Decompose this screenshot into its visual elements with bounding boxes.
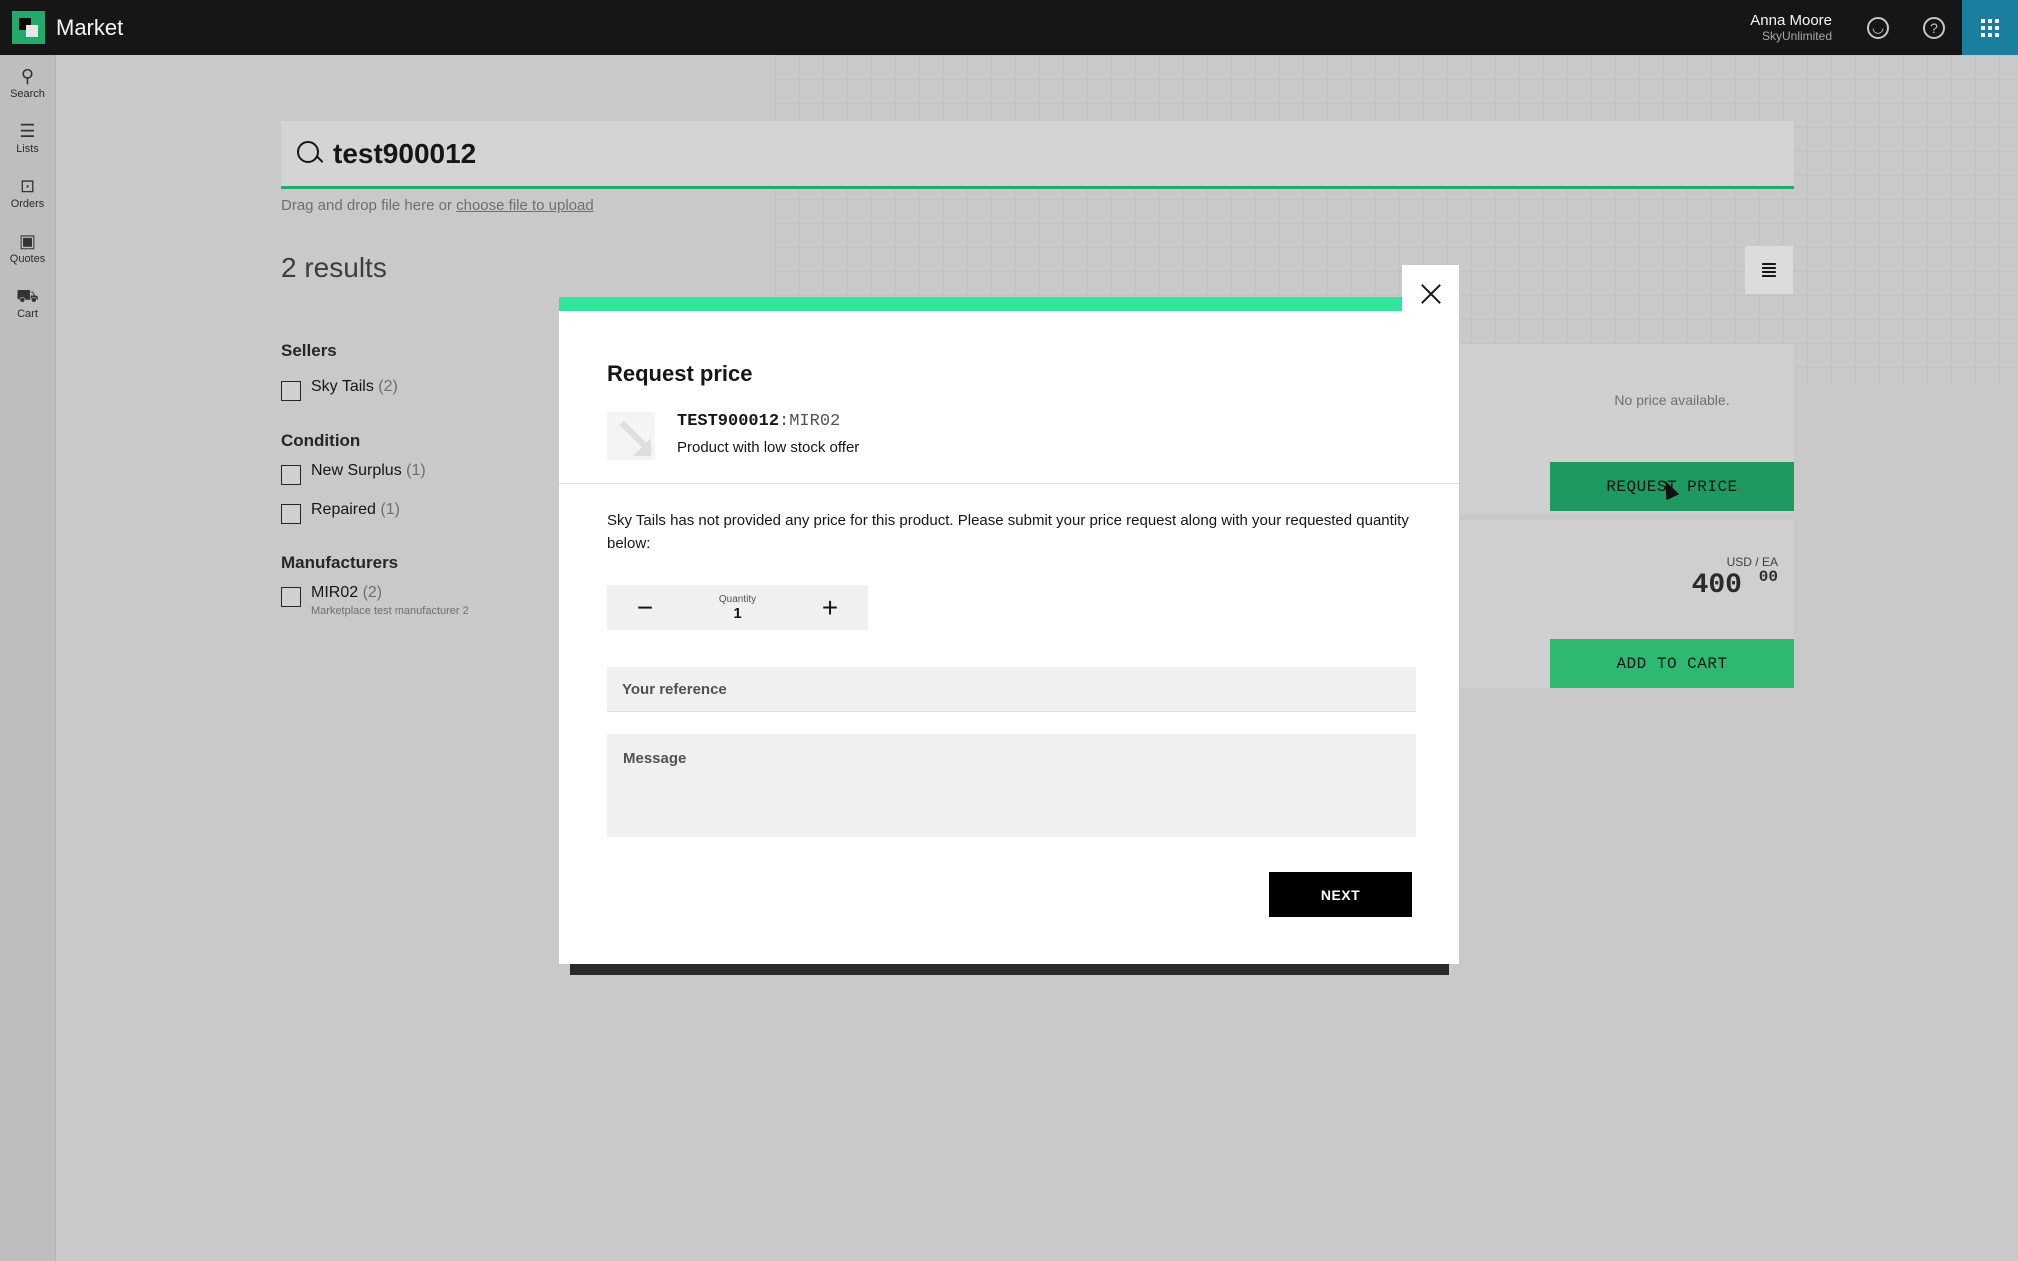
help-icon: ? <box>1923 16 1945 39</box>
quantity-label: Quantity <box>718 593 757 605</box>
request-price-modal: Request price TEST900012:MIR02 Product w… <box>559 265 1459 964</box>
help-button[interactable]: ? <box>1906 0 1962 55</box>
nav-item-quotes[interactable]: ▣ Quotes <box>0 220 55 275</box>
modal-title: Request price <box>607 361 753 386</box>
nav-item-search[interactable]: ⚲ Search <box>0 55 55 110</box>
user-avatar-icon: ◡ <box>1867 16 1889 39</box>
facet-label: New Surplus (1) <box>311 462 426 480</box>
list-icon: ☰ <box>19 120 36 141</box>
product-placeholder-icon <box>607 412 655 460</box>
nav-label: Quotes <box>9 252 46 265</box>
user-org: SkyUnlimited <box>1761 29 1832 43</box>
topbar-right: Anna Moore SkyUnlimited ◡ ? <box>1750 0 2018 55</box>
results-count: 2 results <box>281 252 387 283</box>
quantity-increment-button[interactable]: + <box>792 585 868 630</box>
product-name: Product with low stock offer <box>677 439 860 456</box>
facet-option-count: (1) <box>406 462 426 479</box>
nav-label: Search <box>10 87 45 100</box>
facet-title-condition: Condition <box>281 431 361 450</box>
facet-option-sky-tails[interactable]: Sky Tails (2) <box>281 378 398 401</box>
cart-icon: ⛟ <box>16 285 39 306</box>
choose-file-link[interactable]: choose file to upload <box>456 197 594 214</box>
price-unit: USD / EA <box>1726 555 1778 569</box>
facet-option-new-surplus[interactable]: New Surplus (1) <box>281 462 426 485</box>
modal-accent-bar <box>559 297 1402 311</box>
upload-hint: Drag and drop file here or choose file t… <box>281 197 594 214</box>
price-main: 400 <box>1691 570 1742 601</box>
nav-item-orders[interactable]: ⊡ Orders <box>0 165 55 220</box>
modal-divider <box>559 483 1459 484</box>
search-icon <box>297 140 323 167</box>
product-code: TEST900012:MIR02 <box>677 412 840 431</box>
facet-option-count: (2) <box>378 378 398 395</box>
checkbox[interactable] <box>281 504 301 524</box>
quantity-stepper: − Quantity 1 + <box>607 585 868 630</box>
no-price-text: No price available. <box>1614 392 1730 408</box>
facet-option-count: (1) <box>380 501 400 518</box>
upload-hint-text: Drag and drop file here or <box>281 197 452 214</box>
facet-option-label: New Surplus <box>311 462 402 479</box>
modal-info-text: Sky Tails has not provided any price for… <box>607 512 1409 552</box>
search-icon: ⚲ <box>20 65 35 86</box>
search-input[interactable]: test900012 <box>333 138 476 170</box>
checkbox[interactable] <box>281 587 301 607</box>
nav-item-cart[interactable]: ⛟ Cart <box>0 275 55 330</box>
top-bar: Market Anna Moore SkyUnlimited ◡ ? <box>0 0 2018 55</box>
nav-label: Lists <box>16 142 39 155</box>
facet-title-manufacturers: Manufacturers <box>281 553 399 572</box>
facet-option-label: Repaired <box>311 501 376 518</box>
modal-close-button[interactable] <box>1402 265 1459 323</box>
app-grid-icon <box>1981 18 1999 37</box>
facet-label: Repaired (1) <box>311 501 400 519</box>
facet-option-label: Sky Tails <box>311 378 374 395</box>
nav-item-lists[interactable]: ☰ Lists <box>0 110 55 165</box>
facet-option-repaired[interactable]: Repaired (1) <box>281 501 400 524</box>
quantity-field[interactable]: Quantity 1 <box>719 594 756 622</box>
search-bar[interactable]: test900012 <box>281 121 1794 189</box>
product-manufacturer: MIR02 <box>789 412 841 431</box>
app-title[interactable]: Market <box>56 15 123 41</box>
checkbox[interactable] <box>281 465 301 485</box>
nav-label: Orders <box>10 197 45 210</box>
facet-option-mir02[interactable]: MIR02 (2) Marketplace test manufacturer … <box>281 584 469 617</box>
product-part-number: TEST900012 <box>677 412 780 431</box>
left-nav: ⚲ Search ☰ Lists ⊡ Orders ▣ Quotes ⛟ Car… <box>0 55 56 1261</box>
product-separator: : <box>779 412 790 431</box>
facet-option-count: (2) <box>362 584 383 601</box>
quotes-icon: ▣ <box>18 230 36 251</box>
next-button[interactable]: NEXT <box>1269 872 1412 917</box>
user-name: Anna Moore <box>1750 12 1832 29</box>
facet-option-sublabel: Marketplace test manufacturer 2 <box>311 605 469 617</box>
quantity-decrement-button[interactable]: − <box>607 585 683 630</box>
facet-title-sellers: Sellers <box>281 341 337 360</box>
add-to-cart-button[interactable]: ADD TO CART <box>1550 639 1794 688</box>
your-reference-input[interactable] <box>607 667 1416 712</box>
orders-icon: ⊡ <box>19 175 36 196</box>
nav-label: Cart <box>17 307 38 320</box>
plus-icon: + <box>821 591 839 623</box>
app-switcher-button[interactable] <box>1962 0 2018 55</box>
add-to-list-button[interactable]: ≣ <box>1745 246 1793 294</box>
price-cents: 00 <box>1758 568 1778 586</box>
list-add-icon: ≣ <box>1759 257 1779 282</box>
message-textarea[interactable] <box>607 734 1416 837</box>
facet-label: Sky Tails (2) <box>311 378 398 396</box>
facet-option-label: MIR02 <box>311 584 359 601</box>
user-info[interactable]: Anna Moore SkyUnlimited <box>1750 12 1832 43</box>
price-value: 400 00 <box>1650 568 1778 601</box>
checkbox[interactable] <box>281 381 301 401</box>
close-icon <box>1420 283 1442 305</box>
minus-icon: − <box>636 591 654 623</box>
facet-label: MIR02 (2) Marketplace test manufacturer … <box>311 584 469 617</box>
quantity-value[interactable]: 1 <box>719 605 756 622</box>
profile-button[interactable]: ◡ <box>1850 0 1906 55</box>
market-logo-icon[interactable] <box>12 11 45 44</box>
